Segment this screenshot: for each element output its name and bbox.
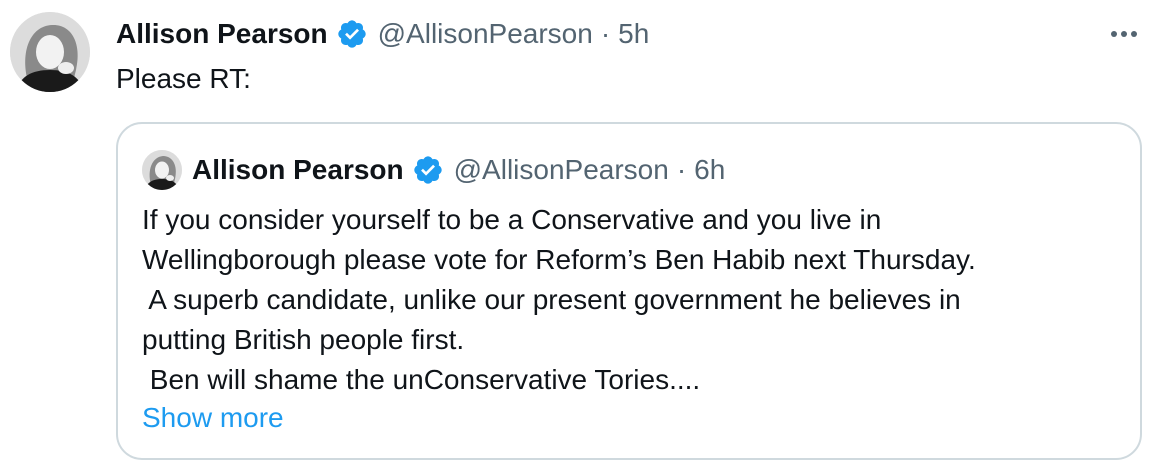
quoted-text-line: putting British people first. [142, 324, 465, 355]
quoted-author-name[interactable]: Allison Pearson [192, 154, 404, 186]
tweet-text: Please RT: [116, 63, 251, 94]
author-avatar[interactable] [10, 12, 90, 92]
profile-photo [10, 12, 90, 92]
quoted-tweet-text: If you consider yourself to be a Conserv… [142, 200, 1122, 400]
verified-badge-icon [412, 154, 444, 186]
quoted-tweet-card[interactable]: Allison Pearson @AllisonPearson · 6h If … [116, 122, 1142, 460]
ellipsis-icon[interactable] [1106, 18, 1142, 50]
quoted-tweet-timestamp[interactable]: 6h [694, 154, 725, 186]
quoted-author-avatar[interactable] [142, 150, 182, 190]
quoted-author-handle[interactable]: @AllisonPearson [454, 154, 669, 186]
separator-dot: · [600, 18, 611, 49]
tweet[interactable]: Allison Pearson @AllisonPearson · 5h Ple… [0, 0, 1150, 472]
separator-dot: · [676, 154, 687, 185]
verified-badge-icon [336, 18, 368, 50]
quoted-text-line: A superb candidate, unlike our present g… [142, 284, 961, 315]
quoted-text-line: Ben will shame the unConservative Tories… [142, 364, 701, 395]
show-more-link[interactable]: Show more [142, 398, 284, 438]
quoted-tweet-header: Allison Pearson @AllisonPearson · 6h [142, 150, 725, 190]
tweet-header: Allison Pearson @AllisonPearson · 5h [116, 14, 649, 54]
quoted-text-line: If you consider yourself to be a Conserv… [142, 204, 882, 235]
quoted-text-line: Wellingborough please vote for Reform’s … [142, 244, 976, 275]
author-name[interactable]: Allison Pearson [116, 18, 328, 50]
profile-photo [142, 150, 182, 190]
tweet-timestamp[interactable]: 5h [618, 18, 649, 50]
author-handle[interactable]: @AllisonPearson [378, 18, 593, 50]
